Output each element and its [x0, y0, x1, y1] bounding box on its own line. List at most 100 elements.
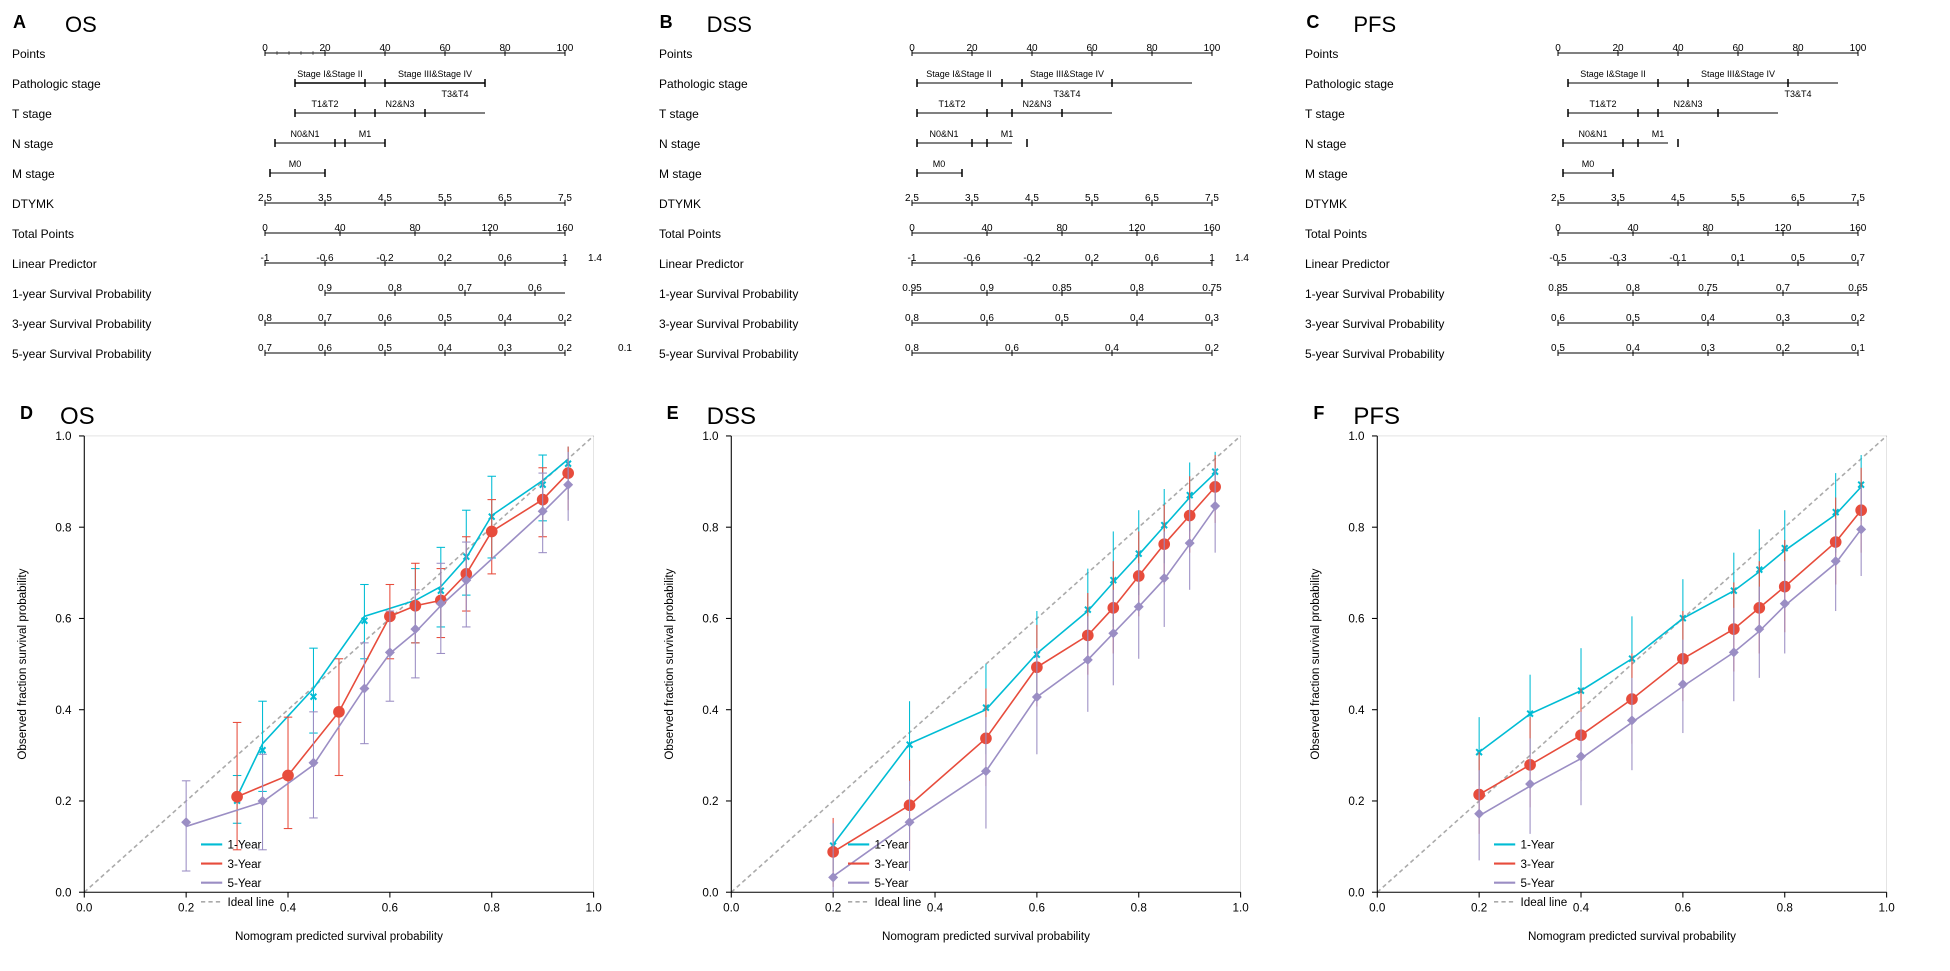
top-row: A OS Points Pathologic stage T stage N s…	[0, 0, 1950, 390]
svg-text:0.0: 0.0	[76, 901, 93, 914]
svg-text:5-Year: 5-Year	[1521, 877, 1555, 890]
svg-text:0.8: 0.8	[1777, 901, 1793, 914]
svg-text:0.8: 0.8	[1130, 901, 1146, 914]
panel-e: E DSS 0.0 0.2 0.4 0.6 0.8 1.0	[652, 395, 1299, 965]
svg-text:T1&T2: T1&T2	[311, 99, 338, 109]
svg-text:Pathologic stage: Pathologic stage	[659, 77, 748, 91]
svg-text:0.0: 0.0	[1349, 886, 1366, 899]
svg-text:Nomogram predicted survival pr: Nomogram predicted survival probability	[1528, 930, 1736, 943]
svg-text:0.0: 0.0	[723, 901, 740, 914]
panel-f-title: PFS	[1353, 403, 1400, 431]
svg-text:5-year Survival Probability: 5-year Survival Probability	[12, 347, 151, 361]
panel-c: C PFS Points Pathologic stage T stage N …	[1298, 10, 1945, 390]
svg-text:Points: Points	[1305, 47, 1338, 61]
svg-text:3-Year: 3-Year	[874, 858, 908, 871]
svg-text:1.4: 1.4	[1235, 253, 1249, 264]
panel-b: B DSS Points Pathologic stage T stage N …	[652, 10, 1299, 390]
svg-text:N stage: N stage	[659, 137, 701, 151]
svg-text:M0: M0	[932, 159, 945, 169]
panel-d-title: OS	[60, 403, 95, 431]
svg-text:3-Year: 3-Year	[1521, 858, 1555, 871]
svg-text:M0: M0	[289, 159, 302, 169]
svg-text:M stage: M stage	[659, 167, 702, 181]
svg-text:M0: M0	[1582, 159, 1595, 169]
svg-text:0.2: 0.2	[178, 901, 194, 914]
calib-e-svg: 0.0 0.2 0.4 0.6 0.8 1.0 0.0 0.2 0.4	[657, 400, 1294, 960]
svg-text:N0&N1: N0&N1	[1579, 129, 1608, 139]
svg-text:Points: Points	[659, 47, 692, 61]
svg-text:5-Year: 5-Year	[228, 877, 262, 890]
nomogram-c-svg: Points Pathologic stage T stage N stage …	[1303, 10, 1940, 400]
svg-text:0.8: 0.8	[702, 521, 718, 534]
nomogram-a-svg: Points Pathologic stage T stage N stage …	[10, 10, 647, 400]
svg-text:Ideal line: Ideal line	[1521, 896, 1568, 909]
svg-text:DTYMK: DTYMK	[659, 197, 701, 211]
svg-text:M1: M1	[1652, 129, 1665, 139]
svg-text:DTYMK: DTYMK	[12, 197, 54, 211]
svg-text:0.0: 0.0	[1370, 901, 1387, 914]
svg-text:1-year Survival Probability: 1-year Survival Probability	[1305, 287, 1444, 301]
svg-text:5-Year: 5-Year	[874, 877, 908, 890]
panel-c-label: C	[1306, 12, 1319, 33]
svg-text:T stage: T stage	[12, 107, 52, 121]
svg-text:0.6: 0.6	[55, 613, 71, 626]
svg-text:5-year Survival Probability: 5-year Survival Probability	[1305, 347, 1444, 361]
svg-text:3-Year: 3-Year	[228, 858, 262, 871]
svg-text:Linear Predictor: Linear Predictor	[659, 257, 744, 271]
svg-text:Pathologic stage: Pathologic stage	[1305, 77, 1394, 91]
svg-text:Nomogram predicted survival pr: Nomogram predicted survival probability	[235, 930, 443, 943]
panel-f: F PFS 0.0 0.2 0.4 0.6 0.8 1.0	[1298, 395, 1945, 965]
svg-text:Observed fraction survival pro: Observed fraction survival probability	[663, 568, 676, 759]
panel-a: A OS Points Pathologic stage T stage N s…	[5, 10, 652, 390]
svg-text:Total Points: Total Points	[1305, 227, 1367, 241]
svg-text:0.6: 0.6	[702, 613, 718, 626]
svg-text:N stage: N stage	[12, 137, 54, 151]
svg-text:Observed fraction survival pro: Observed fraction survival probability	[1309, 568, 1322, 759]
svg-text:1-year Survival Probability: 1-year Survival Probability	[12, 287, 151, 301]
panel-f-label: F	[1313, 403, 1324, 424]
svg-text:0.6: 0.6	[1028, 901, 1044, 914]
panel-d: D OS 0.0 0.2 0.4 0.6 0.8 1.0	[5, 395, 652, 965]
bottom-row: D OS 0.0 0.2 0.4 0.6 0.8 1.0	[0, 390, 1950, 970]
svg-text:N2&N3: N2&N3	[385, 99, 414, 109]
panel-e-label: E	[667, 403, 679, 424]
svg-text:T3&T4: T3&T4	[1053, 89, 1080, 99]
svg-text:N stage: N stage	[1305, 137, 1347, 151]
svg-text:1.0: 1.0	[586, 901, 603, 914]
svg-text:0.2: 0.2	[1471, 901, 1487, 914]
svg-text:5-year Survival Probability: 5-year Survival Probability	[659, 347, 798, 361]
svg-text:M1: M1	[359, 129, 372, 139]
svg-text:M stage: M stage	[1305, 167, 1348, 181]
svg-text:N2&N3: N2&N3	[1674, 99, 1703, 109]
svg-text:DTYMK: DTYMK	[1305, 197, 1347, 211]
svg-text:Stage I&Stage II: Stage I&Stage II	[926, 69, 992, 79]
svg-text:M stage: M stage	[12, 167, 55, 181]
svg-text:N0&N1: N0&N1	[929, 129, 958, 139]
svg-text:1.0: 1.0	[1879, 901, 1896, 914]
svg-text:1.0: 1.0	[55, 430, 72, 443]
svg-text:Ideal line: Ideal line	[228, 896, 275, 909]
svg-text:1-Year: 1-Year	[874, 839, 908, 852]
svg-text:0.4: 0.4	[280, 901, 297, 914]
svg-text:3-year Survival Probability: 3-year Survival Probability	[659, 317, 798, 331]
svg-text:Observed fraction survival pro: Observed fraction survival probability	[16, 568, 29, 759]
panel-b-label: B	[660, 12, 673, 33]
svg-text:Stage I&Stage II: Stage I&Stage II	[1581, 69, 1647, 79]
svg-text:0.4: 0.4	[702, 704, 719, 717]
svg-text:1.0: 1.0	[1232, 901, 1249, 914]
svg-text:1-year Survival Probability: 1-year Survival Probability	[659, 287, 798, 301]
panel-d-label: D	[20, 403, 33, 424]
svg-text:0.2: 0.2	[825, 901, 841, 914]
calib-d-svg: 0.0 0.2 0.4 0.6 0.8 1.0 0.0 0.2	[10, 400, 647, 960]
svg-text:Nomogram predicted survival pr: Nomogram predicted survival probability	[882, 930, 1090, 943]
svg-text:0.2: 0.2	[55, 795, 71, 808]
svg-text:0.6: 0.6	[1675, 901, 1691, 914]
panel-e-title: DSS	[707, 403, 756, 431]
svg-text:N0&N1: N0&N1	[290, 129, 319, 139]
svg-text:T stage: T stage	[659, 107, 699, 121]
svg-text:T3&T4: T3&T4	[441, 89, 468, 99]
svg-text:T3&T4: T3&T4	[1785, 89, 1812, 99]
svg-text:1.4: 1.4	[588, 253, 602, 264]
svg-text:M1: M1	[1000, 129, 1013, 139]
svg-text:Total Points: Total Points	[12, 227, 74, 241]
